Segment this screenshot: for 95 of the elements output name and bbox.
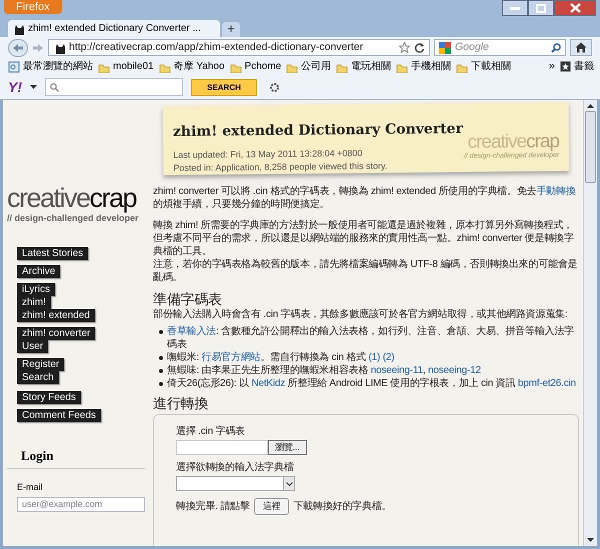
star-icon [399,42,410,53]
address-bar[interactable]: http://creativecrap.com/app/zhim-extended-dictionary-converter [48,39,430,56]
back-button[interactable] [8,38,28,56]
nav-link[interactable]: Story Feeds [17,390,81,404]
forward-arrow-icon [32,42,44,52]
nav-link[interactable]: Archive [17,264,60,278]
section-heading: 進行轉換 [153,394,210,412]
text-link[interactable]: (2) [382,352,394,363]
list-item-text: 嘸蝦米: 行易官方網站。需自行轉換為 cin 格式 (1) (2) [167,351,394,364]
yahoo-search-field[interactable] [45,78,183,96]
vertical-scrollbar[interactable] [583,100,597,546]
search-placeholder: Google [455,40,490,55]
download-button[interactable]: 這裡 [254,498,290,515]
yahoo-logo: Y! [8,78,22,96]
text-link[interactable]: 手動轉換 [536,186,576,197]
bullet-icon [159,356,163,360]
bookmark-item[interactable]: Pchome [230,59,282,74]
back-arrow-icon [12,42,24,52]
text-link[interactable]: noseeing-12 [428,365,481,376]
close-button[interactable] [554,0,596,16]
text-link[interactable]: NetKidz [251,378,286,389]
text-link[interactable]: 香草輸入法 [167,326,216,337]
field-label: 選擇 .cin 字碼表 [176,425,245,438]
nav-link[interactable]: Register [17,358,64,370]
instruction-text: 轉換完畢. 請點擊 [176,500,250,513]
cat-icon [12,22,24,34]
home-button[interactable] [570,39,592,56]
bullet-icon [159,369,163,373]
text-link[interactable]: 行易官方網站 [202,352,260,363]
bookmark-item[interactable]: 手機相關 [396,59,452,74]
field-label: 選擇欲轉換的輸入法字典檔 [176,461,294,474]
minimize-icon [510,6,520,10]
nav-link[interactable]: Latest Stories [17,246,88,260]
browser-tab[interactable]: zhim! extended Dictionary Converter ... [8,20,220,37]
nav-link[interactable]: zhim! converter [17,326,96,340]
text-link[interactable]: bpmf-et26.cin [518,378,576,389]
new-tab-button[interactable]: + [222,22,240,37]
chevron-down-icon [286,482,292,486]
nav-link[interactable]: User [17,340,48,352]
browse-button[interactable]: 瀏覽... [268,440,307,455]
nav-link[interactable]: iLyrics [17,282,55,296]
bookmark-item[interactable]: 電玩相關 [336,59,392,74]
minimize-button[interactable] [502,0,528,16]
text-link[interactable]: (1) [368,352,380,363]
search-icon [50,82,59,92]
bookmark-item[interactable]: 最常瀏覽的網站 [8,59,93,74]
settings-icon [269,82,280,92]
article-meta: Posted in: Application, 8,258 people viewed this story. [173,160,388,176]
bookmark-item[interactable]: 公司用 [286,59,332,74]
reload-icon [414,42,425,53]
maximize-button[interactable] [528,0,554,16]
paragraph: 部份輸入法購入時會含有 .cin 字碼表，其餘多數應該可於各官方網站取得，或其他網路資源蒐集: [153,308,568,321]
yahoo-search-button[interactable]: SEARCH [191,78,257,96]
bookmark-item[interactable]: mobile01 [98,59,154,74]
site-tagline: // design-challenged developer [7,213,140,225]
bullet-icon [159,330,163,334]
bullet-icon [159,382,163,386]
file-path-field[interactable] [176,440,268,455]
dictionary-select[interactable] [176,476,295,491]
note-paragraph: 注意，若你的字碼表格為較舊的版本，請先將檔案編碼轉為 UTF-8 編碼，否則轉換出來的可能會是亂碼。 [153,258,578,284]
scrollbar-thumb[interactable] [585,111,596,183]
nav-link[interactable]: Search [17,370,59,384]
google-icon [439,42,451,54]
section-heading: 準備字碼表 [153,290,224,308]
text-link[interactable]: noseeing-11 [370,365,423,376]
home-icon [575,42,587,53]
bookmarks-menu-button[interactable]: 書籤 [560,59,594,74]
site-logo: creativecrap [7,184,138,212]
close-icon [570,3,580,13]
login-heading: Login [7,446,145,469]
list-item-text: 倚天26(忘形26): 以 NetKidz 所整理給 Android LIME 使用的字根表，加上 cin 資訊 bpmf-et26.cin [167,377,576,390]
bookmark-item[interactable]: 下載相關 [456,59,512,74]
dropdown-caret-icon [30,85,37,89]
page-icon [8,60,20,72]
nav-link[interactable]: zhim! extended [17,308,95,322]
search-icon [551,42,561,52]
scroll-down-icon [587,538,594,542]
nav-link[interactable]: Comment Feeds [17,408,101,422]
tab-title: zhim! extended Dictionary Converter ... [28,22,201,36]
more-bookmarks-button[interactable]: » [548,58,555,75]
bookmark-item[interactable]: 奇摩 Yahoo [158,59,225,74]
paragraph: 轉換 zhim! 所需要的字典庫的方法對於一般使用者可能還是過於複雜，原本打算另外寫轉換程式，但考慮不同平台的需求，所以還是以網站端的服務來的實用性高一點。zhim! converter 便是轉換字典檔的工具。 [153,219,575,258]
instruction-text: 下載轉換好的字典檔。 [293,500,392,513]
maximize-icon [536,4,546,12]
scroll-up-icon [587,104,594,108]
list-item-text: 無蝦味: 由李果正先生所整理的嘸蝦米相容表格 noseeing-11, noseeing-12 [167,364,481,377]
paragraph: zhim! converter 可以將 .cin 格式的字碼表，轉換為 zhim! extended 所使用的字典檔。免去手動轉換 的煩複手續，只要幾分鐘的時間便搞定。 [153,185,577,211]
bookmarks-icon [560,61,571,72]
url-text: http://creativecrap.com/app/zhim-extended-dictionary-converter [69,40,364,55]
nav-link[interactable]: zhim! [17,296,51,308]
email-field[interactable]: user@example.com [17,496,145,512]
list-item-text: 香草輸入法: 含數種允許公開釋出的輸入法表格，如行列、注音、倉頡、大易、拼音等輸入法字碼表 [167,325,575,351]
email-label: E-mail [16,481,44,494]
cat-icon [53,42,65,54]
watermark-logo: creativecrap [467,132,560,152]
